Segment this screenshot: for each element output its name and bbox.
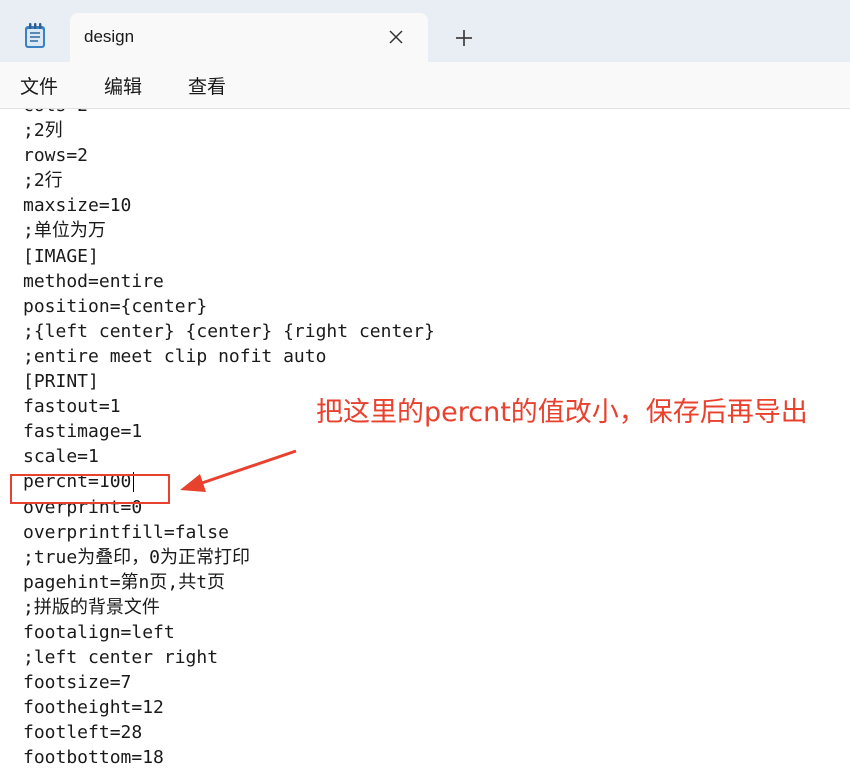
- text-line[interactable]: cols=2: [23, 109, 435, 118]
- text-line[interactable]: ;true为叠印，0为正常打印: [23, 545, 435, 570]
- text-line[interactable]: footalign=left: [23, 620, 435, 645]
- text-line[interactable]: maxsize=10: [23, 193, 435, 218]
- annotation-arrow: [180, 449, 297, 492]
- text-line[interactable]: ;entire meet clip nofit auto: [23, 344, 435, 369]
- plus-icon[interactable]: [452, 26, 476, 50]
- notepad-icon[interactable]: [22, 22, 48, 50]
- text-line[interactable]: overprintfill=false: [23, 520, 435, 545]
- text-line[interactable]: footsize=7: [23, 670, 435, 695]
- text-line[interactable]: ;2行: [23, 168, 435, 193]
- text-line[interactable]: ;left center right: [23, 645, 435, 670]
- tab-title: design: [84, 27, 135, 46]
- text-line[interactable]: rows=2: [23, 143, 435, 168]
- text-line[interactable]: footheight=12: [23, 695, 435, 720]
- menu-edit[interactable]: 编辑: [104, 72, 142, 99]
- text-line[interactable]: pagehint=第n页,共t页: [23, 570, 435, 595]
- text-line[interactable]: [IMAGE]: [23, 244, 435, 269]
- text-editor[interactable]: cols=2;2列rows=2;2行maxsize=10;单位为万[IMAGE]…: [0, 109, 850, 771]
- tab-design[interactable]: design: [70, 13, 428, 62]
- text-line[interactable]: ;拼版的背景文件: [23, 595, 435, 620]
- text-line[interactable]: footleft=28: [23, 720, 435, 745]
- text-line[interactable]: footbottom=18: [23, 745, 435, 770]
- close-icon[interactable]: [386, 27, 406, 47]
- notepad-window: design 文件 编辑 查看 cols=2;2列rows=2;2行maxsiz…: [0, 0, 850, 771]
- highlight-box: [10, 474, 170, 504]
- menu-view[interactable]: 查看: [188, 72, 226, 99]
- text-line[interactable]: ;{left center} {center} {right center}: [23, 319, 435, 344]
- text-line[interactable]: [PRINT]: [23, 369, 435, 394]
- annotation-text: 把这里的percnt的值改小，保存后再导出: [316, 397, 808, 428]
- tab-strip: design: [0, 0, 850, 62]
- text-line[interactable]: method=entire: [23, 269, 435, 294]
- menu-bar: 文件 编辑 查看: [0, 62, 850, 109]
- menu-file[interactable]: 文件: [20, 72, 58, 99]
- text-line[interactable]: position={center}: [23, 294, 435, 319]
- text-line[interactable]: ;单位为万: [23, 218, 435, 243]
- text-line[interactable]: ;2列: [23, 118, 435, 143]
